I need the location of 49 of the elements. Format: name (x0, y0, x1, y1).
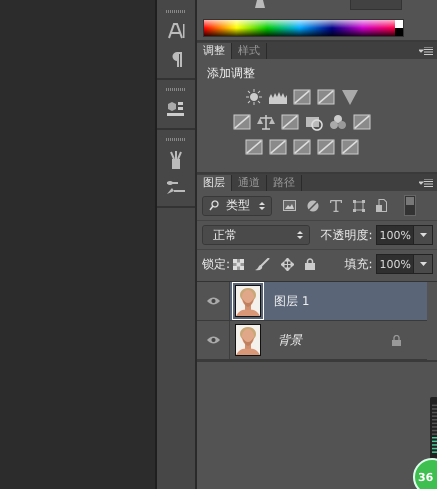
brightness-icon[interactable] (244, 88, 264, 106)
panel-tab[interactable]: 调整 (197, 43, 232, 59)
opacity-label: 不透明度: (320, 226, 373, 244)
panel-menu-icon[interactable] (419, 47, 433, 55)
grip-icon[interactable] (166, 138, 186, 142)
grip-icon[interactable] (166, 10, 186, 14)
half-circle-icon[interactable] (307, 200, 319, 212)
image-icon[interactable] (283, 200, 296, 211)
caret-icon (420, 262, 426, 266)
value-field[interactable] (350, 0, 402, 10)
brush-cup-icon[interactable] (167, 150, 185, 170)
move-icon[interactable] (281, 258, 294, 270)
panel-heading: 添加调整 (206, 65, 256, 82)
smart-object-icon[interactable] (376, 199, 387, 212)
grip-icon[interactable] (166, 88, 186, 92)
character-icon[interactable] (167, 22, 185, 40)
filter-toggle[interactable] (404, 195, 416, 216)
brush-icon[interactable] (255, 258, 270, 270)
opacity-field[interactable]: 100% (376, 225, 433, 245)
checkerboard-icon[interactable] (233, 258, 244, 270)
updown-caret-icon (259, 200, 265, 210)
panel-tab[interactable]: 样式 (232, 43, 267, 59)
balance-scale-icon[interactable] (256, 113, 276, 131)
fill-field[interactable]: 100% (376, 254, 433, 274)
layer-row[interactable]: 背景 (197, 321, 427, 360)
search-icon (209, 200, 219, 211)
eye-icon[interactable] (206, 336, 220, 344)
triangle-icon[interactable] (340, 88, 360, 106)
lock-icon[interactable] (305, 258, 316, 270)
panel-menu-icon[interactable] (419, 179, 433, 187)
panel-tab[interactable]: 路径 (267, 175, 302, 191)
shape-icon[interactable] (353, 200, 365, 212)
panel-tab[interactable]: 图层 (197, 175, 232, 191)
eye-icon[interactable] (206, 297, 220, 305)
cube-icon[interactable] (166, 100, 186, 118)
layer-name: 图层 1 (274, 292, 310, 310)
layer-row[interactable]: 图层 1 (197, 282, 427, 321)
updown-caret-icon (296, 230, 302, 240)
fill-label: 填充: (344, 256, 373, 272)
slider-thumb-icon[interactable] (253, 0, 267, 9)
layer-name: 背景 (278, 332, 302, 348)
brush-sliders-icon[interactable] (166, 180, 186, 196)
circles-icon[interactable] (328, 113, 348, 131)
lock-label: 锁定: (202, 256, 230, 272)
type-icon[interactable] (330, 200, 342, 212)
caret-icon (420, 233, 426, 237)
filter-dropdown[interactable]: 类型 (202, 196, 272, 216)
blend-mode-dropdown[interactable]: 正常 (202, 225, 310, 245)
panel-tab[interactable]: 通道 (232, 175, 267, 191)
